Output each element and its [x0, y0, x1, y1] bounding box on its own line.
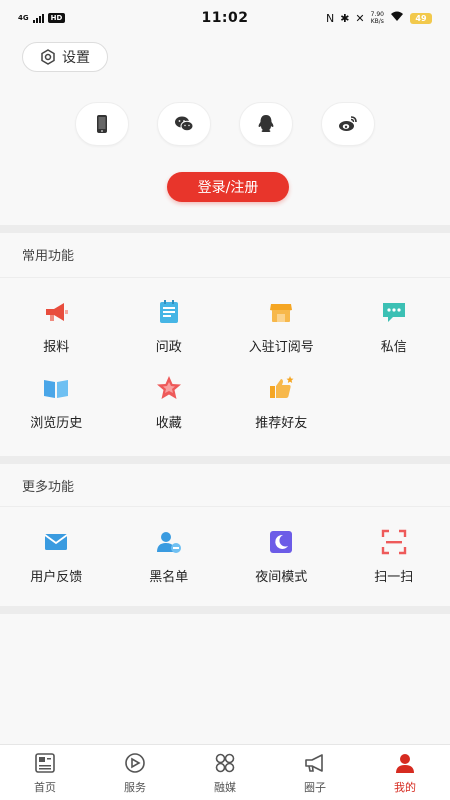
weibo-icon: [339, 116, 357, 131]
grid-item-recommend[interactable]: 推荐好友: [225, 374, 338, 431]
grid-item-blacklist[interactable]: 黑名单: [113, 528, 226, 585]
grid-item-night-mode[interactable]: 夜间模式: [225, 528, 338, 585]
tab-label: 服务: [124, 780, 146, 794]
star-icon: [156, 376, 181, 399]
section-divider: [0, 225, 450, 233]
weibo-login-button[interactable]: [321, 102, 375, 146]
tab-media[interactable]: 融媒: [180, 745, 270, 800]
grid-item-feedback[interactable]: 用户反馈: [0, 528, 113, 585]
network-speed: 7.90 KB/s: [370, 11, 384, 25]
grid-item-message[interactable]: 私信: [338, 298, 450, 355]
grid-item-report[interactable]: 报料: [0, 298, 113, 355]
section-divider: [0, 606, 450, 614]
common-functions-title: 常用功能: [22, 249, 75, 264]
tab-home[interactable]: 首页: [0, 745, 90, 800]
bottom-tab-bar: 首页 服务 融媒 圈子 我的: [0, 744, 450, 800]
nfc-icon: N: [325, 11, 335, 25]
tab-service[interactable]: 服务: [90, 745, 180, 800]
grid-item-label: 问政: [155, 340, 182, 355]
status-bar: 4G HD 11:02 N ✱ ✕ 7.90 KB/s 49: [0, 0, 450, 36]
grid-item-subscribe[interactable]: 入驻订阅号: [225, 298, 338, 355]
tab-label: 我的: [394, 780, 416, 794]
grid-item-label: 入驻订阅号: [248, 340, 314, 355]
more-functions-row: 用户反馈 黑名单 夜间模式 扫一扫: [0, 528, 450, 585]
grid-item-scan[interactable]: 扫一扫: [338, 528, 450, 585]
news-icon: [35, 752, 55, 773]
notepad-icon: [159, 300, 178, 323]
common-functions-row-1: 报料 问政 入驻订阅号 私信: [0, 298, 450, 355]
network-type: 4G: [18, 14, 29, 22]
battery-icon: 49: [410, 12, 432, 24]
hd-badge: HD: [47, 13, 66, 23]
grid-item-label: 浏览历史: [30, 416, 83, 431]
grid-item-inquiry[interactable]: 问政: [113, 298, 226, 355]
social-login-row: [0, 102, 450, 146]
status-left: 4G HD: [18, 13, 158, 23]
grid-item-label: 私信: [380, 340, 407, 355]
grid-item-label: 夜间模式: [255, 570, 308, 585]
grid-item-label: 报料: [43, 340, 70, 355]
service-icon: [125, 752, 145, 773]
tab-circle[interactable]: 圈子: [270, 745, 360, 800]
login-register-button[interactable]: 登录/注册: [167, 172, 289, 202]
grid-icon: [215, 753, 235, 772]
thumbs-up-icon: [270, 376, 294, 398]
grid-item-label: 黑名单: [149, 570, 189, 585]
scan-icon: [381, 529, 406, 555]
section-line: [0, 506, 450, 507]
tab-label: 融媒: [214, 780, 236, 794]
phone-login-button[interactable]: [75, 102, 129, 146]
common-functions-row-2: 浏览历史 收藏 推荐好友: [0, 374, 450, 431]
hexagon-gear-icon: [41, 49, 55, 65]
status-right: N ✱ ✕ 7.90 KB/s 49: [272, 11, 432, 25]
user-icon: [396, 753, 414, 773]
wechat-login-button[interactable]: [157, 102, 211, 146]
mail-icon: [44, 534, 68, 550]
section-line: [0, 277, 450, 278]
store-icon: [270, 304, 293, 322]
wechat-icon: [175, 116, 194, 132]
status-time: 11:02: [201, 10, 249, 26]
grid-item-label: 扫一扫: [374, 570, 414, 585]
tab-mine[interactable]: 我的: [360, 745, 450, 800]
signal-icon: [32, 13, 44, 23]
chat-icon: [382, 303, 405, 322]
megaphone-icon: [46, 303, 69, 321]
moon-icon: [270, 531, 293, 553]
book-icon: [44, 380, 69, 398]
grid-item-label: 推荐好友: [255, 416, 308, 431]
qq-icon: [258, 115, 274, 132]
section-divider: [0, 456, 450, 464]
bluetooth-icon: ✱: [340, 11, 350, 25]
phone-icon: [97, 115, 107, 133]
mute-icon: ✕: [355, 11, 365, 25]
grid-item-label: 用户反馈: [30, 570, 83, 585]
wifi-icon: [390, 11, 404, 25]
tab-label: 首页: [34, 780, 56, 794]
grid-item-history[interactable]: 浏览历史: [0, 374, 113, 431]
tab-label: 圈子: [304, 780, 326, 794]
grid-item-label: 收藏: [155, 416, 182, 431]
more-functions-title: 更多功能: [22, 480, 75, 495]
qq-login-button[interactable]: [239, 102, 293, 146]
settings-label: 设置: [62, 50, 90, 66]
user-block-icon: [156, 532, 181, 553]
horn-icon: [305, 753, 323, 772]
grid-item-favorites[interactable]: 收藏: [113, 374, 226, 431]
settings-button[interactable]: 设置: [22, 42, 108, 72]
